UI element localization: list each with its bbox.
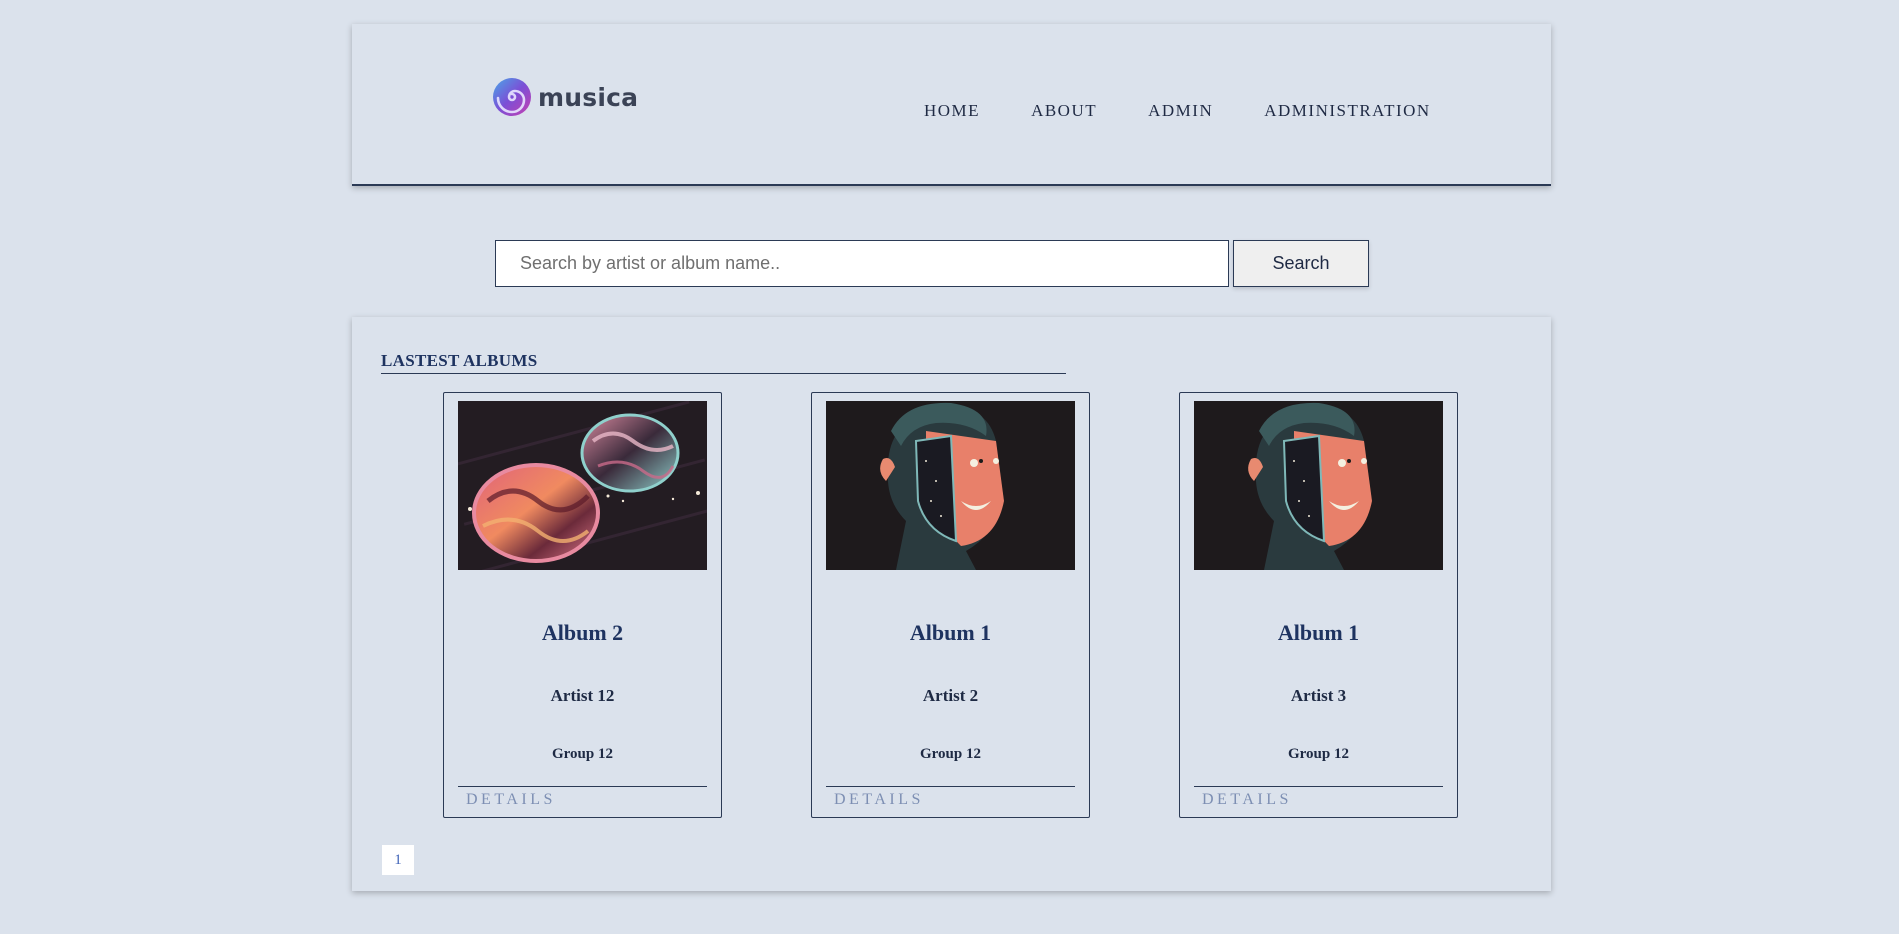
site-header: musica HOME ABOUT ADMIN ADMINISTRATION — [352, 24, 1551, 186]
logo[interactable]: musica — [492, 77, 638, 117]
album-artist: Artist 2 — [922, 686, 979, 705]
card-divider — [826, 786, 1075, 787]
album-title: Album 2 — [541, 620, 624, 645]
album-artist: Artist 12 — [550, 686, 615, 705]
main-nav: HOME ABOUT ADMIN ADMINISTRATION — [924, 101, 1431, 121]
search-input[interactable] — [495, 240, 1229, 287]
logo-text: musica — [538, 82, 639, 112]
album-group: Group 12 — [1288, 746, 1349, 762]
search-bar: Search — [495, 240, 1369, 287]
nav-home[interactable]: HOME — [924, 101, 980, 121]
details-link[interactable]: DETAILS — [1202, 791, 1292, 809]
nav-administration[interactable]: ADMINISTRATION — [1264, 101, 1430, 121]
album-cover-image[interactable] — [458, 401, 707, 570]
album-card[interactable]: Album 1 Artist 3 Group 12 DETAILS — [1179, 392, 1458, 818]
album-group: Group 12 — [920, 746, 981, 762]
album-title: Album 1 — [909, 620, 992, 645]
album-cover-image[interactable] — [1194, 401, 1443, 570]
album-title: Album 1 — [1277, 620, 1360, 645]
nav-admin[interactable]: ADMIN — [1148, 101, 1213, 121]
details-link[interactable]: DETAILS — [834, 791, 924, 809]
swirl-logo-icon — [493, 78, 531, 116]
album-group: Group 12 — [552, 746, 613, 762]
section-title: LASTEST ALBUMS — [381, 351, 1066, 374]
albums-panel: LASTEST ALBUMS Album 2 Artist 12 Group 1… — [352, 317, 1551, 891]
album-artist: Artist 3 — [1290, 686, 1347, 705]
details-link[interactable]: DETAILS — [466, 791, 556, 809]
search-button[interactable]: Search — [1233, 240, 1369, 287]
album-card[interactable]: Album 1 Artist 2 Group 12 DETAILS — [811, 392, 1090, 818]
card-divider — [1194, 786, 1443, 787]
pagination-page-1[interactable]: 1 — [382, 845, 414, 875]
card-divider — [458, 786, 707, 787]
album-cover-image[interactable] — [826, 401, 1075, 570]
album-card[interactable]: Album 2 Artist 12 Group 12 DETAILS — [443, 392, 722, 818]
nav-about[interactable]: ABOUT — [1031, 101, 1097, 121]
